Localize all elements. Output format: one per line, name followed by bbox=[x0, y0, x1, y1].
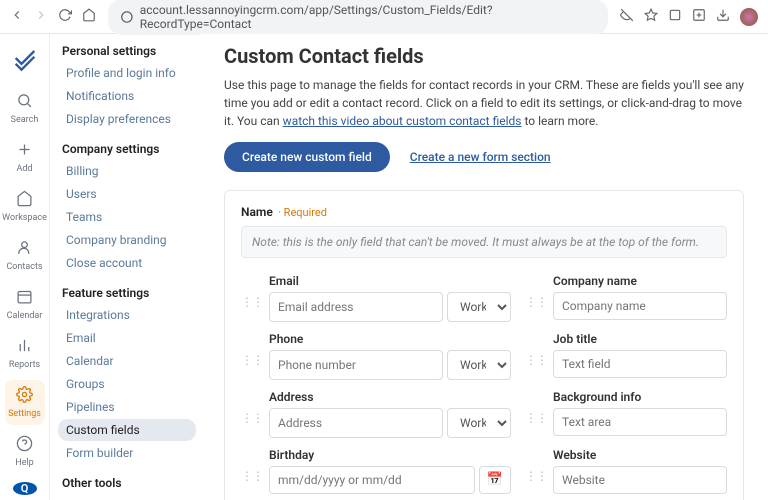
forward-icon[interactable] bbox=[34, 8, 48, 26]
sidebar-item-close-account[interactable]: Close account bbox=[58, 252, 196, 274]
company-input[interactable] bbox=[553, 292, 727, 320]
bday-input[interactable] bbox=[269, 466, 475, 494]
sidebar-item-calendar[interactable]: Calendar bbox=[58, 350, 196, 372]
help-icon bbox=[16, 435, 33, 456]
sidebar-item-profile-and-login-info[interactable]: Profile and login info bbox=[58, 62, 196, 84]
app-logo-icon[interactable] bbox=[11, 44, 39, 72]
sidebar-item-teams[interactable]: Teams bbox=[58, 206, 196, 228]
reload-icon[interactable] bbox=[58, 8, 72, 26]
drag-handle-icon[interactable]: ⋮⋮ bbox=[241, 390, 263, 424]
url-text: account.lessannoyingcrm.com/app/Settings… bbox=[140, 3, 596, 31]
profile-avatar-icon[interactable] bbox=[740, 8, 758, 26]
phone-input[interactable] bbox=[269, 350, 443, 380]
rail-help[interactable]: Help bbox=[5, 429, 45, 474]
bg-input[interactable] bbox=[553, 408, 727, 436]
address-input[interactable] bbox=[269, 408, 443, 438]
drag-handle-icon[interactable]: ⋮⋮ bbox=[525, 448, 547, 482]
address-bar[interactable]: account.lessannoyingcrm.com/app/Settings… bbox=[108, 0, 608, 35]
drag-handle-icon[interactable]: ⋮⋮ bbox=[241, 332, 263, 366]
page-title: Custom Contact fields bbox=[224, 44, 744, 68]
create-field-button[interactable]: Create new custom field bbox=[224, 142, 390, 172]
rail-workspace[interactable]: Workspace bbox=[5, 184, 45, 229]
site-info-icon bbox=[120, 10, 134, 24]
settings-sidebar: Personal settings Profile and login infoN… bbox=[50, 34, 200, 500]
home-icon[interactable] bbox=[82, 8, 96, 26]
rail-settings[interactable]: Settings bbox=[5, 380, 45, 425]
plus-icon bbox=[16, 141, 33, 162]
website-input[interactable] bbox=[553, 466, 727, 494]
rail-contacts[interactable]: Contacts bbox=[5, 233, 45, 278]
drag-handle-icon[interactable]: ⋮⋮ bbox=[241, 448, 263, 482]
sidebar-item-pipelines[interactable]: Pipelines bbox=[58, 396, 196, 418]
user-avatar[interactable]: Q bbox=[13, 482, 37, 495]
chart-icon bbox=[16, 337, 33, 358]
job-input[interactable] bbox=[553, 350, 727, 378]
app-rail: Search Add Workspace Contacts Calendar R… bbox=[0, 34, 50, 500]
drag-handle-icon[interactable]: ⋮⋮ bbox=[241, 274, 263, 308]
name-label: Name bbox=[241, 205, 273, 219]
calendar-icon bbox=[16, 288, 33, 309]
field-email[interactable]: ⋮⋮ Email Work bbox=[241, 274, 511, 322]
browser-chrome: account.lessannoyingcrm.com/app/Settings… bbox=[0, 0, 768, 34]
main-content: Custom Contact fields Use this page to m… bbox=[200, 34, 768, 500]
drag-handle-icon[interactable]: ⋮⋮ bbox=[525, 332, 547, 366]
create-section-link[interactable]: Create a new form section bbox=[410, 150, 551, 164]
sidebar-item-export-data[interactable]: Export data bbox=[58, 494, 196, 500]
intro-text: Use this page to manage the fields for c… bbox=[224, 76, 744, 130]
download-icon[interactable] bbox=[716, 8, 730, 26]
rail-search[interactable]: Search bbox=[5, 86, 45, 131]
phone-type-select[interactable]: Work bbox=[447, 350, 511, 380]
sidebar-group-title: Personal settings bbox=[62, 44, 196, 58]
rail-add[interactable]: Add bbox=[5, 135, 45, 180]
field-phone[interactable]: ⋮⋮ Phone Work bbox=[241, 332, 511, 380]
new-tab-icon[interactable] bbox=[692, 8, 706, 26]
email-input[interactable] bbox=[269, 292, 443, 322]
intro-video-link[interactable]: watch this video about custom contact fi… bbox=[283, 114, 522, 128]
drag-handle-icon[interactable]: ⋮⋮ bbox=[525, 390, 547, 424]
sidebar-item-display-preferences[interactable]: Display preferences bbox=[58, 108, 196, 130]
rail-calendar[interactable]: Calendar bbox=[5, 282, 45, 327]
field-job[interactable]: ⋮⋮ Job title bbox=[525, 332, 727, 380]
eye-off-icon[interactable] bbox=[620, 8, 634, 26]
back-icon[interactable] bbox=[10, 8, 24, 26]
sidebar-item-users[interactable]: Users bbox=[58, 183, 196, 205]
rail-reports[interactable]: Reports bbox=[5, 331, 45, 376]
sidebar-group-title: Company settings bbox=[62, 142, 196, 156]
sidebar-group-title: Feature settings bbox=[62, 286, 196, 300]
sidebar-item-email[interactable]: Email bbox=[58, 327, 196, 349]
sidebar-item-billing[interactable]: Billing bbox=[58, 160, 196, 182]
extension-icon[interactable] bbox=[668, 8, 682, 26]
field-birthday[interactable]: ⋮⋮ Birthday 📅 bbox=[241, 448, 511, 494]
contacts-icon bbox=[16, 239, 33, 260]
address-type-select[interactable]: Work bbox=[447, 408, 511, 438]
fields-card: Name · Required Note: this is the only f… bbox=[224, 190, 744, 500]
required-badge: · Required bbox=[278, 206, 327, 219]
field-address[interactable]: ⋮⋮ Address Work bbox=[241, 390, 511, 438]
email-type-select[interactable]: Work bbox=[447, 292, 511, 322]
sidebar-item-notifications[interactable]: Notifications bbox=[58, 85, 196, 107]
sidebar-item-company-branding[interactable]: Company branding bbox=[58, 229, 196, 251]
sidebar-group-title: Other tools bbox=[62, 476, 196, 490]
sidebar-item-custom-fields[interactable]: Custom fields bbox=[58, 419, 196, 441]
star-icon[interactable] bbox=[644, 8, 658, 26]
gear-icon bbox=[16, 386, 33, 407]
sidebar-item-groups[interactable]: Groups bbox=[58, 373, 196, 395]
home-icon bbox=[16, 190, 33, 211]
drag-handle-icon[interactable]: ⋮⋮ bbox=[525, 274, 547, 308]
sidebar-item-form-builder[interactable]: Form builder bbox=[58, 442, 196, 464]
field-company[interactable]: ⋮⋮ Company name bbox=[525, 274, 727, 322]
field-website[interactable]: ⋮⋮ Website bbox=[525, 448, 727, 494]
sidebar-item-integrations[interactable]: Integrations bbox=[58, 304, 196, 326]
name-note: Note: this is the only field that can't … bbox=[241, 226, 727, 258]
calendar-picker-icon[interactable]: 📅 bbox=[479, 466, 511, 494]
field-bg[interactable]: ⋮⋮ Background info bbox=[525, 390, 727, 438]
search-icon bbox=[16, 92, 33, 113]
